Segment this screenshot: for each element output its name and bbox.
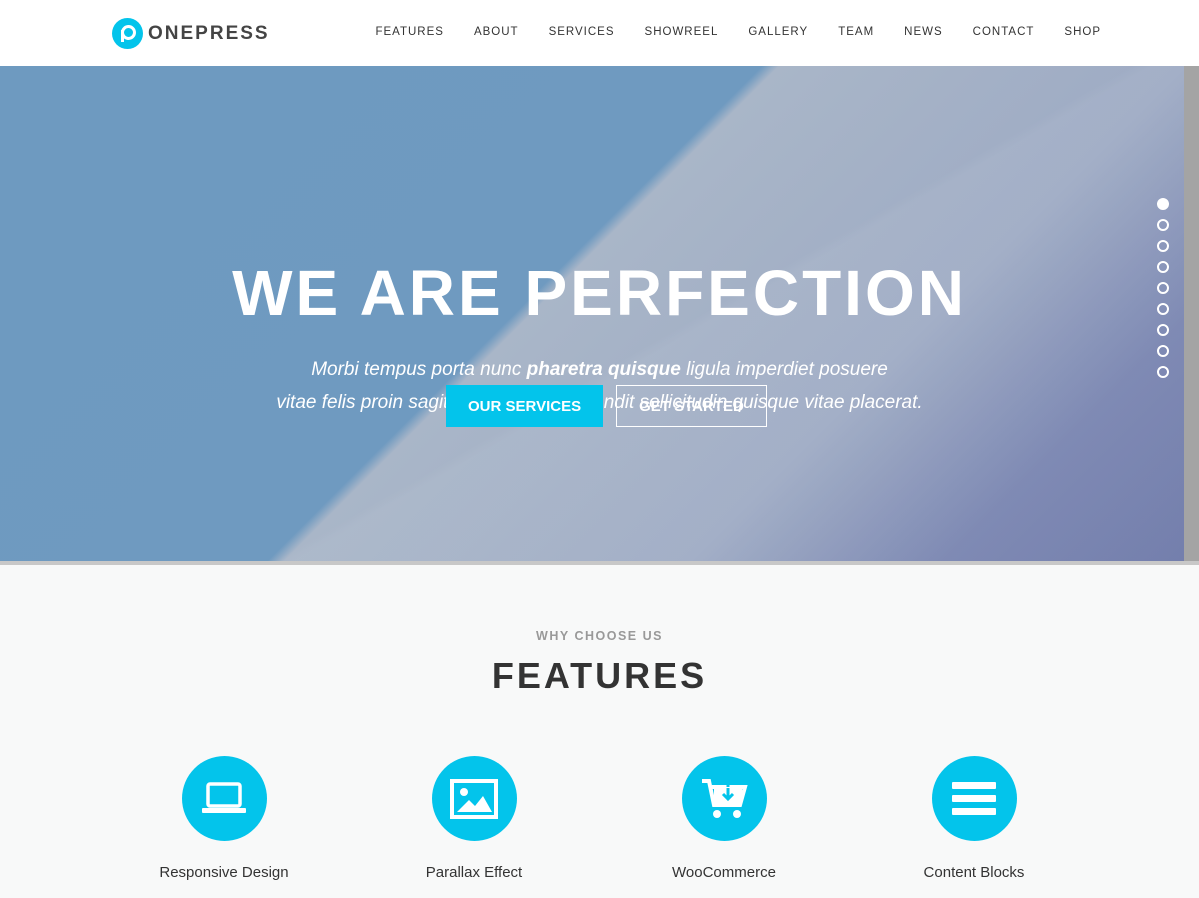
- feature-item: Parallax Effect: [349, 756, 599, 881]
- slide-dot[interactable]: [1157, 219, 1169, 231]
- logo-text: ONEPRESS: [148, 22, 270, 44]
- laptop-icon: [181, 756, 267, 841]
- logo[interactable]: ONEPRESS: [112, 18, 270, 49]
- nav-services[interactable]: SERVICES: [549, 26, 615, 38]
- site-header: ONEPRESS FEATURES ABOUT SERVICES SHOWREE…: [0, 0, 1199, 66]
- slide-dot[interactable]: [1157, 261, 1169, 273]
- nav-news[interactable]: NEWS: [904, 26, 943, 38]
- slide-dot[interactable]: [1157, 198, 1169, 210]
- our-services-button[interactable]: OUR SERVICES: [446, 385, 604, 427]
- features-section: WHY CHOOSE US FEATURES Responsive Design…: [0, 629, 1199, 881]
- nav-showreel[interactable]: SHOWREEL: [645, 26, 719, 38]
- feature-item: Content Blocks: [849, 756, 1099, 881]
- divider: [0, 561, 1199, 565]
- nav-contact[interactable]: CONTACT: [973, 26, 1035, 38]
- subtitle-text: Morbi tempus porta nunc: [311, 359, 527, 380]
- bars-icon: [931, 756, 1017, 841]
- nav-shop[interactable]: SHOP: [1064, 26, 1101, 38]
- feature-item: Responsive Design: [99, 756, 349, 881]
- feature-item: WooCommerce: [599, 756, 849, 881]
- scrollbar[interactable]: [1184, 66, 1199, 561]
- slide-dot[interactable]: [1157, 282, 1169, 294]
- subtitle-bold: pharetra quisque: [526, 359, 681, 380]
- feature-title: WooCommerce: [672, 864, 776, 881]
- feature-title: Responsive Design: [159, 864, 289, 881]
- slide-dot[interactable]: [1157, 366, 1169, 378]
- cart-icon: [681, 756, 767, 841]
- slide-dots: [1157, 198, 1169, 378]
- slide-dot[interactable]: [1157, 324, 1169, 336]
- logo-icon: [112, 18, 143, 49]
- get-started-button[interactable]: GET STARTED: [616, 385, 767, 427]
- nav-team[interactable]: TEAM: [838, 26, 874, 38]
- main-nav: FEATURES ABOUT SERVICES SHOWREEL GALLERY…: [375, 26, 1101, 38]
- image-icon: [431, 756, 517, 841]
- nav-gallery[interactable]: GALLERY: [748, 26, 808, 38]
- slide-dot[interactable]: [1157, 345, 1169, 357]
- slide-dot[interactable]: [1157, 240, 1169, 252]
- nav-about[interactable]: ABOUT: [474, 26, 519, 38]
- feature-title: Content Blocks: [923, 864, 1025, 881]
- feature-title: Parallax Effect: [425, 864, 523, 881]
- section-title: FEATURES: [491, 655, 708, 696]
- subtitle-text: ligula imperdiet posuere: [680, 359, 888, 380]
- hero: WE ARE PERFECTION Morbi tempus porta nun…: [0, 66, 1199, 561]
- hero-title: WE ARE PERFECTION: [232, 257, 967, 329]
- section-subtitle: WHY CHOOSE US: [536, 629, 663, 643]
- nav-features[interactable]: FEATURES: [375, 26, 444, 38]
- slide-dot[interactable]: [1157, 303, 1169, 315]
